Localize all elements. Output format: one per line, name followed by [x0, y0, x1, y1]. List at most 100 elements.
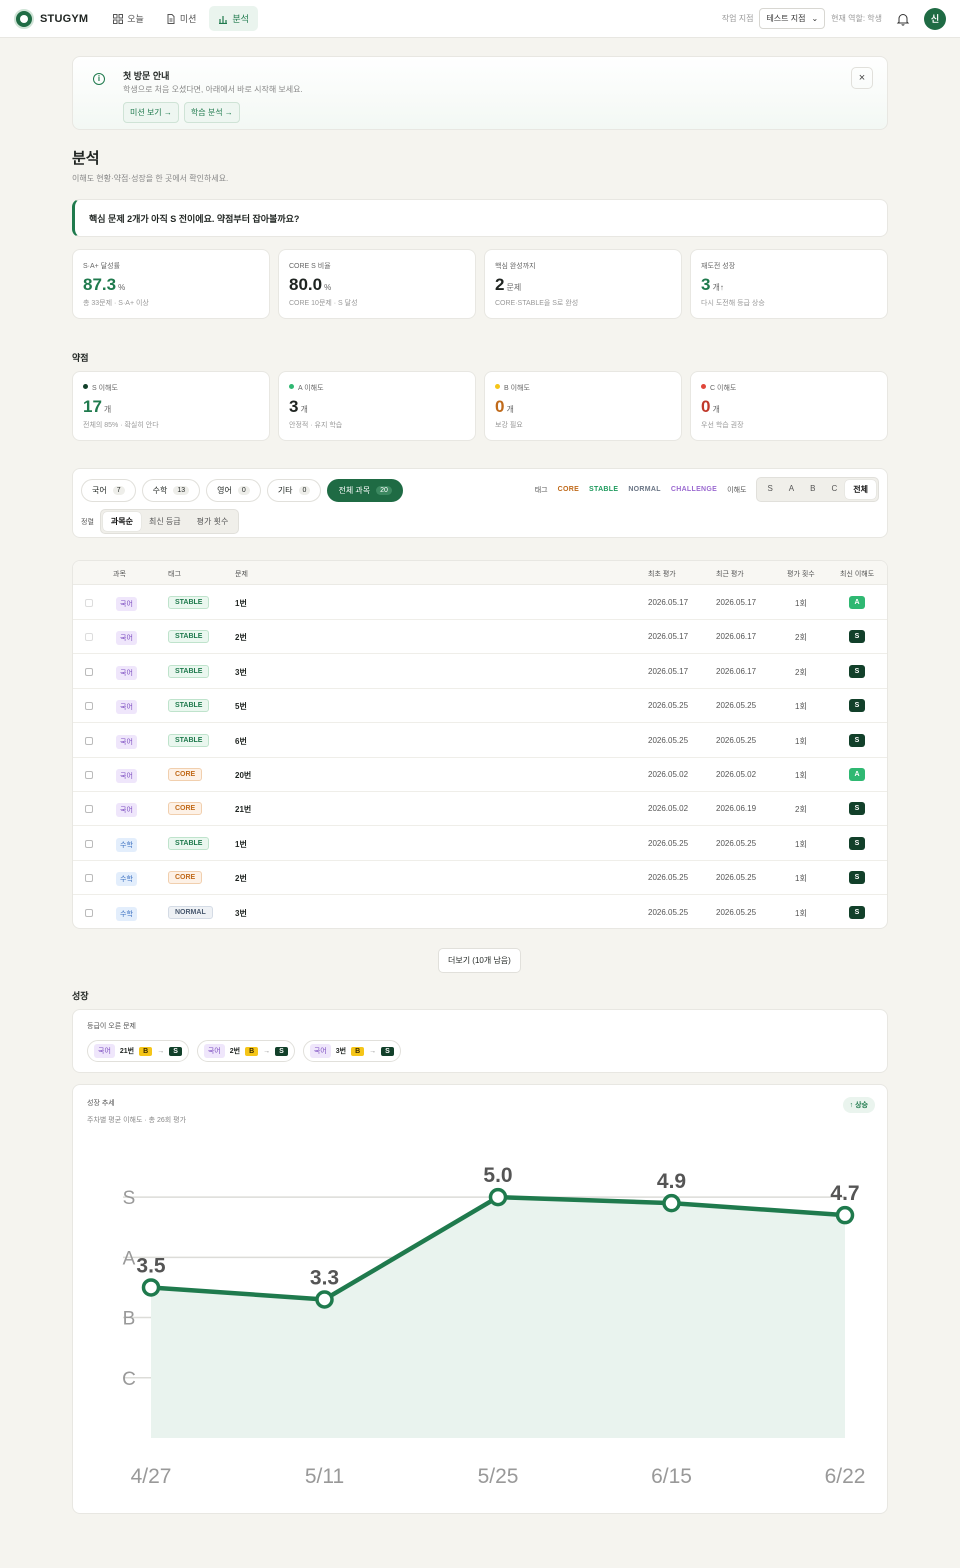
level-filter-option[interactable]: B	[802, 480, 823, 499]
stat-card: 핵심 완성까지 2 문제 CORE·STABLE을 S로 완성	[484, 249, 682, 319]
col-subject: 과목	[113, 571, 126, 578]
stat-label: CORE S 비율	[289, 263, 331, 270]
data-point[interactable]	[141, 1278, 161, 1297]
row-checkbox[interactable]	[85, 633, 93, 642]
level-filter-option[interactable]: C	[823, 480, 845, 499]
tag-badge: STABLE	[168, 630, 210, 644]
level-card[interactable]: B 이해도 0개 보강 필요	[484, 371, 682, 441]
subject-badge: 수학	[116, 906, 137, 921]
nav-mission[interactable]: 미션	[157, 6, 206, 31]
avatar[interactable]: 신	[924, 7, 946, 30]
row-checkbox[interactable]	[85, 908, 93, 917]
tag-badge: STABLE	[168, 664, 210, 678]
tag-filter-option[interactable]: NORMAL	[628, 486, 661, 493]
risen-problem-chip[interactable]: 국어 2번 B → S	[196, 1040, 295, 1062]
bell-icon[interactable]	[896, 12, 910, 26]
level-filter-option[interactable]: 전체	[845, 480, 876, 499]
subject-chip[interactable]: 영어 0	[206, 479, 261, 502]
level-value: 0개	[495, 397, 514, 416]
problem-number: 21번	[235, 805, 252, 815]
latest-level-badge: A	[849, 768, 865, 781]
data-point[interactable]	[488, 1187, 508, 1207]
table-row[interactable]: 국어 CORE 20번 2026.05.02 2026.05.02 1회 A	[73, 758, 887, 792]
table-row[interactable]: 국어 CORE 21번 2026.05.02 2026.06.19 2회 S	[73, 792, 887, 827]
data-point[interactable]	[662, 1193, 681, 1213]
level-filter-option[interactable]: S	[759, 480, 780, 499]
stat-card: S·A+ 달성률 87.3% 총 33문제 · S·A+ 이상	[72, 249, 270, 319]
eval-count: 1회	[795, 874, 807, 884]
tag-filter-option[interactable]: CHALLENGE	[671, 486, 717, 493]
table-row[interactable]: 국어 STABLE 3번 2026.05.17 2026.06.17 2회 S	[73, 655, 887, 689]
tag-badge: STABLE	[168, 699, 210, 713]
stat-note: CORE 10문제 · S 달성	[289, 300, 358, 307]
table-row[interactable]: 국어 STABLE 1번 2026.05.17 2026.05.17 1회 A	[73, 586, 887, 620]
risen-problem-chip[interactable]: 국어 3번 B → S	[302, 1040, 401, 1062]
table-header: 과목 태그 문제 최초 평가 최근 평가 평가 횟수 최신 이해도	[73, 561, 887, 585]
subject-badge: 국어	[116, 734, 137, 749]
table-row[interactable]: 국어 STABLE 5번 2026.05.25 2026.05.25 1회 S	[73, 689, 887, 724]
data-point[interactable]	[315, 1290, 334, 1309]
learning-analysis-button[interactable]: 학습 분석 →	[183, 102, 240, 123]
level-note: 보강 필요	[495, 422, 523, 429]
tag-filter-option[interactable]: CORE	[558, 486, 579, 493]
table-row[interactable]: 국어 STABLE 6번 2026.05.25 2026.05.25 1회 S	[73, 724, 887, 758]
nav-analysis[interactable]: 분석	[209, 6, 258, 31]
role-label: 현재 역할: 학생	[831, 14, 882, 23]
focus-alert: 핵심 문제 2개가 아직 S 전이에요. 약점부터 잡아볼까요?	[72, 199, 888, 237]
sort-segment: 과목순 최신 등급 평가 횟수	[99, 509, 240, 534]
close-icon[interactable]: ×	[851, 67, 873, 89]
tag-filter-option[interactable]: STABLE	[589, 486, 618, 493]
tag-filter-label: 태그	[534, 486, 548, 494]
trend-area	[151, 1197, 845, 1438]
data-label: 5.0	[483, 1164, 512, 1187]
subject-chip[interactable]: 기타 0	[266, 479, 322, 502]
view-mission-button[interactable]: 미션 보기 →	[123, 102, 179, 123]
branch-label: 작업 지점	[721, 14, 754, 23]
problem-number: 3번	[235, 667, 247, 677]
branch-select[interactable]: 테스트 지점 ⌄	[759, 8, 826, 29]
risen-problem-chip[interactable]: 국어 21번 B → S	[87, 1040, 189, 1062]
table-row[interactable]: 수학 CORE 2번 2026.05.25 2026.05.25 1회 S	[73, 861, 887, 896]
to-grade: S	[381, 1046, 394, 1056]
subject-chip[interactable]: 국어 7	[81, 479, 136, 502]
data-point[interactable]	[835, 1205, 855, 1225]
sort-option[interactable]: 평가 횟수	[189, 512, 237, 531]
row-checkbox[interactable]	[85, 667, 93, 676]
level-dot-icon	[701, 384, 706, 389]
row-checkbox[interactable]	[85, 702, 93, 711]
row-checkbox[interactable]	[85, 599, 93, 607]
table-row[interactable]: 수학 NORMAL 3번 2026.05.25 2026.05.25 1회 S	[73, 896, 887, 928]
level-card[interactable]: A 이해도 3개 안정적 · 유지 학습	[278, 371, 476, 441]
first-eval-date: 2026.05.02	[648, 770, 689, 779]
row-checkbox[interactable]	[85, 874, 93, 883]
stat-label: S·A+ 달성률	[83, 263, 121, 270]
subject-chip[interactable]: 전체 과목 20	[327, 479, 403, 502]
level-filter-option[interactable]: A	[781, 480, 802, 499]
problem-number: 2번	[235, 874, 247, 884]
row-checkbox[interactable]	[85, 736, 93, 745]
row-checkbox[interactable]	[85, 805, 93, 814]
subject-chip[interactable]: 수학 13	[141, 479, 201, 502]
nav-today[interactable]: 오늘	[104, 6, 153, 31]
nav-label: 미션	[179, 14, 197, 24]
problem-number: 2번	[229, 1048, 241, 1055]
logo[interactable]: STUGYM	[14, 8, 88, 29]
load-more-button[interactable]: 더보기 (10개 남음)	[438, 948, 521, 973]
level-card[interactable]: C 이해도 0개 우선 학습 권장	[690, 371, 888, 441]
level-card[interactable]: S 이해도 17 개 전체의 85% · 확실히 안다	[72, 371, 270, 441]
col-eval-count: 평가 횟수	[787, 571, 815, 578]
tag-badge: STABLE	[168, 596, 210, 609]
sort-option[interactable]: 최신 등급	[141, 512, 189, 531]
arrow-right-icon: →	[263, 1047, 271, 1055]
row-checkbox[interactable]	[85, 839, 93, 848]
col-tag: 태그	[168, 571, 181, 578]
sort-option[interactable]: 과목순	[102, 512, 141, 531]
latest-level-badge: S	[849, 699, 865, 713]
table-row[interactable]: 국어 STABLE 2번 2026.05.17 2026.06.17 2회 S	[73, 620, 887, 655]
last-eval-date: 2026.06.19	[716, 804, 757, 814]
problem-number: 1번	[235, 599, 247, 608]
first-eval-date: 2026.05.02	[648, 804, 689, 814]
table-row[interactable]: 수학 STABLE 1번 2026.05.25 2026.05.25 1회 S	[73, 827, 887, 861]
row-checkbox[interactable]	[85, 771, 93, 779]
problem-number: 5번	[235, 702, 247, 712]
